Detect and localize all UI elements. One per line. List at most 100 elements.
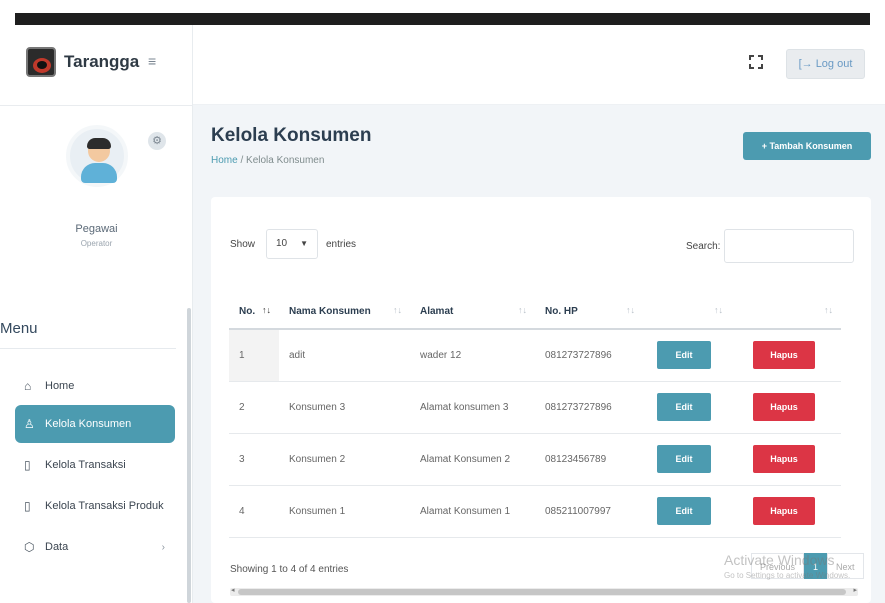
- cell-alamat: Alamat konsumen 3: [410, 381, 535, 434]
- sort-icon: ↑↓: [393, 305, 402, 315]
- scroll-right-icon[interactable]: ▸: [853, 586, 857, 594]
- sidebar-scrollbar[interactable]: [187, 308, 191, 603]
- cell-hapus: Hapus: [731, 485, 841, 538]
- table-card: Show 10 ▼ entries Search: No. ↑↓ Nama Kon…: [211, 197, 871, 603]
- edit-button[interactable]: Edit: [657, 341, 711, 370]
- sidebar-item-data[interactable]: ⬡ Data ›: [15, 528, 175, 566]
- add-konsumen-button-label: + Tambah Konsumen: [761, 141, 853, 151]
- brand-logo-icon: [26, 47, 56, 77]
- page-title: Kelola Konsumen: [211, 125, 372, 146]
- edit-button[interactable]: Edit: [657, 497, 711, 525]
- sort-icon: ↑↓: [824, 305, 833, 315]
- document-icon: ▯: [24, 499, 31, 513]
- table-row: 1 adit wader 12 081273727896 Edit Hapus: [229, 329, 841, 382]
- column-header-hapus[interactable]: ↑↓: [731, 295, 841, 330]
- cell-hapus: Hapus: [731, 329, 841, 382]
- table-row: 2 Konsumen 3 Alamat konsumen 3 081273727…: [229, 381, 841, 434]
- sidebar-item-kelola-transaksi-produk[interactable]: ▯ Kelola Transaksi Produk: [15, 487, 175, 525]
- top-header: [→ Log out: [193, 25, 885, 105]
- sidebar: Tarangga ≡ ⚙ Pegawai Operator Menu ⌂ Hom…: [0, 25, 193, 603]
- edit-button[interactable]: Edit: [657, 445, 711, 473]
- user-name: Pegawai: [75, 223, 118, 235]
- table-row: 3 Konsumen 2 Alamat Konsumen 2 081234567…: [229, 433, 841, 486]
- cell-no: 3: [229, 433, 279, 486]
- edit-button[interactable]: Edit: [657, 393, 711, 421]
- show-label: Show: [230, 239, 256, 250]
- search-input[interactable]: [724, 229, 854, 263]
- sort-icon: ↑↓: [626, 305, 635, 315]
- hapus-button[interactable]: Hapus: [753, 497, 815, 525]
- brand[interactable]: Tarangga: [26, 47, 139, 77]
- cell-hapus: Hapus: [731, 381, 841, 434]
- breadcrumb-home-link[interactable]: Home: [211, 155, 238, 166]
- hamburger-menu-icon[interactable]: ≡: [148, 53, 156, 69]
- chevron-down-icon: ▼: [300, 239, 308, 248]
- cell-edit: Edit: [643, 381, 731, 434]
- column-header-hp[interactable]: No. HP ↑↓: [535, 295, 643, 330]
- fullscreen-icon[interactable]: [749, 55, 763, 69]
- sidebar-divider: [0, 105, 193, 106]
- cell-no: 4: [229, 485, 279, 538]
- sidebar-item-label: Kelola Konsumen: [45, 418, 132, 430]
- cell-edit: Edit: [643, 485, 731, 538]
- column-header-nama[interactable]: Nama Konsumen ↑↓: [279, 295, 410, 330]
- activate-windows-hint: Go to Settings to activate Windows.: [724, 571, 851, 580]
- sidebar-item-kelola-transaksi[interactable]: ▯ Kelola Transaksi: [15, 446, 175, 484]
- cell-nama: Konsumen 3: [279, 381, 410, 434]
- sidebar-item-label: Data: [45, 541, 69, 553]
- user-icon: ♙: [24, 417, 35, 431]
- hapus-button[interactable]: Hapus: [753, 393, 815, 421]
- menu-divider: [0, 348, 176, 349]
- avatar: [66, 125, 128, 187]
- breadcrumb-current: Kelola Konsumen: [246, 155, 325, 166]
- table-header-row: No. ↑↓ Nama Konsumen ↑↓ Alamat ↑↓ No. HP ↑↓ …: [229, 295, 841, 330]
- cell-hp: 085211007997: [535, 485, 643, 538]
- settings-icon[interactable]: ⚙: [148, 132, 166, 150]
- main-content: Kelola Konsumen Home / Kelola Konsumen +…: [193, 105, 885, 603]
- chevron-right-icon: ›: [161, 541, 165, 553]
- cell-alamat: Alamat Konsumen 2: [410, 433, 535, 486]
- konsumen-table: No. ↑↓ Nama Konsumen ↑↓ Alamat ↑↓ No. HP ↑↓ …: [229, 295, 841, 538]
- entries-label: entries: [326, 239, 357, 250]
- scroll-left-icon[interactable]: ◂: [231, 586, 235, 594]
- table-info: Showing 1 to 4 of 4 entries: [230, 564, 349, 575]
- page-size-select[interactable]: 10 ▼: [266, 229, 318, 259]
- cell-nama: adit: [279, 329, 410, 382]
- cell-hp: 08123456789: [535, 433, 643, 486]
- cell-no: 1: [229, 329, 279, 382]
- sidebar-item-home[interactable]: ⌂ Home: [15, 367, 175, 405]
- menu-title: Menu: [0, 320, 38, 337]
- sort-icon: ↑↓: [262, 305, 271, 315]
- cell-no: 2: [229, 381, 279, 434]
- cell-hapus: Hapus: [731, 433, 841, 486]
- column-header-edit[interactable]: ↑↓: [643, 295, 731, 330]
- page-size-value: 10: [276, 238, 288, 249]
- document-icon: ▯: [24, 458, 31, 472]
- sort-icon: ↑↓: [714, 305, 723, 315]
- breadcrumb: Home / Kelola Konsumen: [211, 155, 324, 166]
- table-horizontal-scrollbar[interactable]: ◂ ▸: [230, 586, 858, 596]
- column-header-no[interactable]: No. ↑↓: [229, 295, 279, 330]
- breadcrumb-separator: /: [237, 155, 247, 166]
- logout-button[interactable]: [→ Log out: [786, 49, 865, 79]
- add-konsumen-button[interactable]: + Tambah Konsumen: [743, 132, 871, 160]
- cell-nama: Konsumen 1: [279, 485, 410, 538]
- sidebar-item-label: Kelola Transaksi: [45, 459, 126, 471]
- sidebar-item-label: Home: [45, 380, 75, 392]
- user-role: Operator: [80, 239, 113, 248]
- activate-windows-watermark: Activate Windows: [724, 552, 835, 568]
- sidebar-item-kelola-konsumen[interactable]: ♙ Kelola Konsumen: [15, 405, 175, 443]
- cell-hp: 081273727896: [535, 381, 643, 434]
- cell-alamat: Alamat Konsumen 1: [410, 485, 535, 538]
- brand-name: Tarangga: [64, 52, 140, 71]
- scrollbar-thumb[interactable]: [238, 589, 846, 595]
- column-header-alamat[interactable]: Alamat ↑↓: [410, 295, 535, 330]
- cell-hp: 081273727896: [535, 329, 643, 382]
- search-label: Search:: [686, 241, 721, 252]
- cell-nama: Konsumen 2: [279, 433, 410, 486]
- hapus-button[interactable]: Hapus: [753, 341, 815, 370]
- hapus-button[interactable]: Hapus: [753, 445, 815, 473]
- window-top-bar: [15, 13, 870, 25]
- table-row: 4 Konsumen 1 Alamat Konsumen 1 085211007…: [229, 485, 841, 538]
- sidebar-item-label: Kelola Transaksi Produk: [45, 500, 164, 512]
